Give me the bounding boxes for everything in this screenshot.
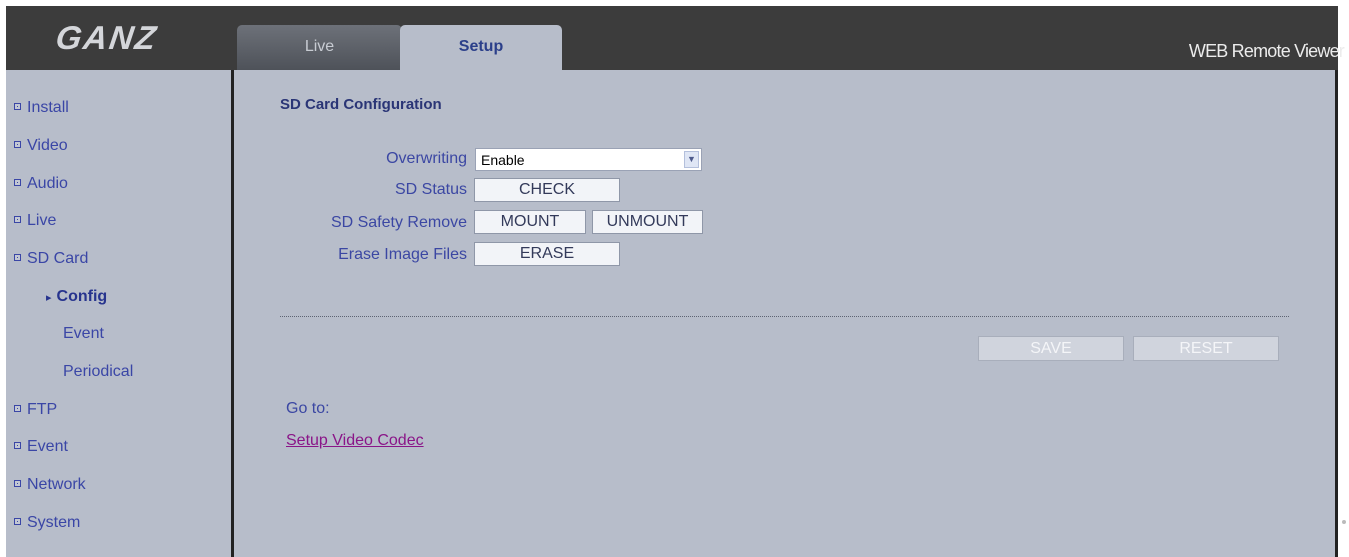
sidebar-item-live[interactable]: Live — [14, 210, 56, 232]
sidebar-item-label: Live — [27, 212, 57, 229]
sidebar-subitem-periodical[interactable]: Periodical — [63, 361, 133, 383]
main-content: SD Card Configuration Overwriting Enable… — [234, 70, 1335, 557]
overwriting-select[interactable]: Enable ▼ — [475, 148, 702, 171]
section-title: SD Card Configuration — [280, 96, 442, 113]
sidebar-item-audio[interactable]: Audio — [14, 173, 68, 195]
erase-button[interactable]: ERASE — [474, 242, 620, 266]
sd-safety-remove-label: SD Safety Remove — [330, 214, 467, 231]
sidebar-item-label: Event — [27, 438, 68, 455]
content-right-border — [1335, 70, 1338, 557]
expand-box-icon — [14, 480, 21, 487]
section-divider — [280, 316, 1289, 317]
expand-box-icon — [14, 141, 21, 148]
save-button[interactable]: SAVE — [978, 336, 1124, 361]
check-button[interactable]: CHECK — [474, 178, 620, 202]
chevron-down-icon[interactable]: ▼ — [684, 151, 699, 168]
sidebar-subitem-label: Config — [56, 288, 108, 305]
header-bar: GANZ Live Setup WEB Remote Viewer — [6, 6, 1345, 70]
sidebar-item-install[interactable]: Install — [14, 97, 69, 119]
sidebar-subitem-config[interactable]: ▸ Config — [46, 286, 107, 308]
logo: GANZ — [53, 19, 161, 56]
unmount-button[interactable]: UNMOUNT — [592, 210, 703, 234]
sidebar-item-label: Video — [27, 137, 68, 154]
sidebar: Install Video Audio Live SD Card ▸ Config… — [6, 70, 231, 557]
expand-box-icon — [14, 216, 21, 223]
tab-setup[interactable]: Setup — [400, 25, 562, 70]
sidebar-subitem-event[interactable]: Event — [63, 323, 104, 345]
sidebar-item-ftp[interactable]: FTP — [14, 399, 57, 421]
sidebar-item-label: Audio — [27, 175, 68, 192]
sidebar-item-label: Network — [27, 476, 86, 493]
sidebar-item-video[interactable]: Video — [14, 135, 68, 157]
sidebar-item-label: FTP — [27, 401, 58, 418]
sidebar-item-label: SD Card — [27, 250, 89, 267]
active-arrow-icon: ▸ — [46, 292, 52, 304]
sidebar-item-sd-card[interactable]: SD Card — [14, 248, 88, 270]
goto-label: Go to: — [286, 400, 330, 417]
expand-box-icon — [14, 103, 21, 110]
tab-live[interactable]: Live — [237, 25, 402, 70]
expand-box-icon — [14, 405, 21, 412]
sd-status-label: SD Status — [394, 181, 467, 198]
expand-box-icon — [14, 254, 21, 261]
corner-dot — [1342, 520, 1346, 524]
sidebar-item-label: Install — [27, 99, 69, 116]
expand-box-icon — [14, 442, 21, 449]
app-title: WEB Remote Viewer — [1188, 41, 1345, 61]
sidebar-item-network[interactable]: Network — [14, 474, 86, 496]
overwriting-label: Overwriting — [386, 150, 467, 167]
reset-button[interactable]: RESET — [1133, 336, 1279, 361]
app-frame: GANZ Live Setup WEB Remote Viewer Instal… — [6, 6, 1345, 557]
erase-image-files-label: Erase Image Files — [338, 246, 467, 263]
setup-video-codec-link[interactable]: Setup Video Codec — [286, 432, 424, 450]
overwriting-select-value: Enable — [481, 152, 525, 168]
sidebar-item-system[interactable]: System — [14, 512, 80, 534]
sidebar-item-label: System — [27, 514, 81, 531]
sidebar-item-event[interactable]: Event — [14, 436, 68, 458]
expand-box-icon — [14, 518, 21, 525]
mount-button[interactable]: MOUNT — [474, 210, 586, 234]
expand-box-icon — [14, 179, 21, 186]
